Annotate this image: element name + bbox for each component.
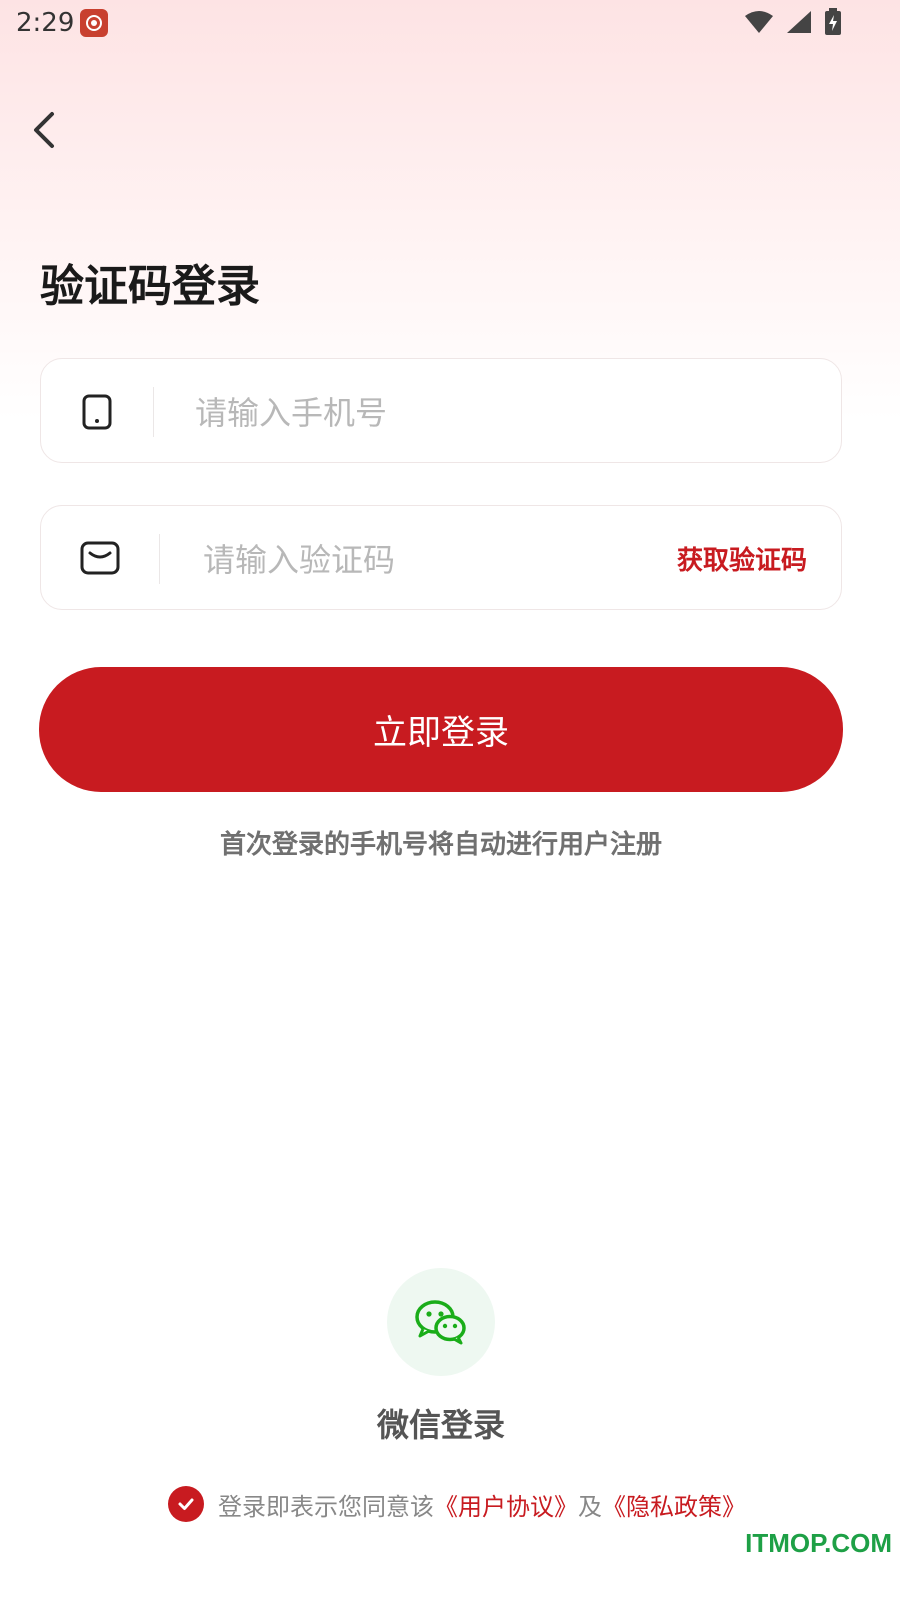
agreement-prefix: 登录即表示您同意该 [218, 1492, 434, 1521]
user-agreement-link[interactable]: 《用户协议》 [434, 1487, 578, 1522]
back-button[interactable] [26, 108, 66, 152]
agreement-conjunction: 及 [578, 1492, 602, 1521]
field-divider [153, 387, 154, 437]
signal-icon [787, 11, 811, 33]
page-title: 验证码登录 [40, 261, 260, 312]
agreement-row: 登录即表示您同意该 《用户协议》 及 《隐私政策》 [168, 1486, 746, 1522]
agreement-checkbox[interactable] [168, 1486, 204, 1522]
status-time: 2:29 [16, 8, 75, 38]
register-hint: 首次登录的手机号将自动进行用户注册 [219, 830, 662, 860]
check-icon [178, 1498, 194, 1510]
phone-icon [82, 394, 112, 430]
wechat-login-button[interactable] [387, 1268, 495, 1376]
field-divider [159, 534, 160, 584]
get-code-button[interactable]: 获取验证码 [677, 540, 807, 577]
wechat-icon [415, 1300, 466, 1345]
code-field-card: 获取验证码 [40, 505, 842, 610]
battery-icon [825, 8, 841, 35]
phone-field-card [40, 358, 842, 463]
privacy-policy-link[interactable]: 《隐私政策》 [602, 1487, 746, 1522]
code-input[interactable] [201, 534, 635, 586]
phone-input[interactable] [193, 387, 797, 439]
message-icon [80, 541, 120, 575]
app-notification-icon [80, 9, 108, 37]
wifi-icon [745, 11, 773, 33]
chevron-left-icon [34, 112, 54, 148]
login-button[interactable]: 立即登录 [39, 667, 843, 792]
wechat-login-label[interactable]: 微信登录 [0, 1400, 882, 1446]
status-icons [744, 8, 842, 36]
watermark: ITMOP.COM [745, 1528, 892, 1558]
